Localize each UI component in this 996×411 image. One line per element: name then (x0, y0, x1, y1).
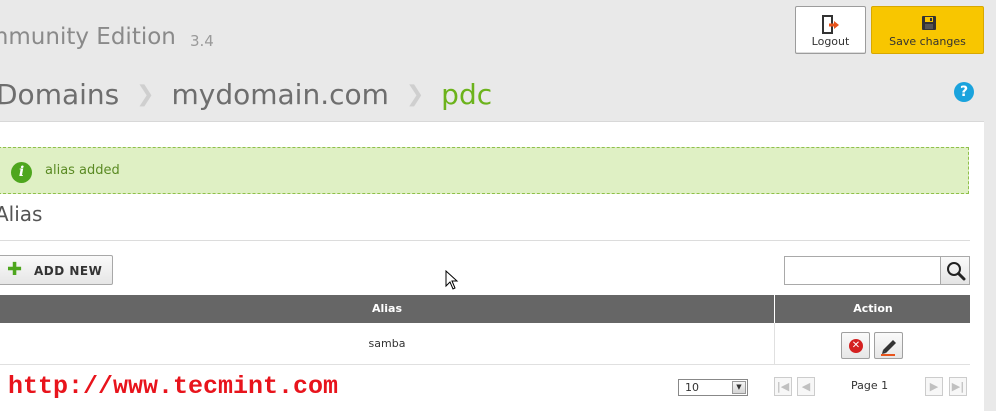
first-page-button[interactable]: |◀ (774, 377, 792, 396)
logout-icon (822, 15, 839, 34)
logout-button[interactable]: Logout (795, 6, 866, 54)
delete-icon: ✕ (849, 339, 863, 353)
help-icon[interactable]: ? (954, 82, 974, 102)
previous-page-button[interactable]: ◀ (797, 377, 815, 396)
divider (0, 240, 970, 241)
chevron-down-icon: ▼ (732, 381, 746, 394)
plus-icon: ✚ (7, 259, 23, 280)
next-page-button[interactable]: ▶ (925, 377, 943, 396)
add-new-button[interactable]: ✚ ADD NEW (0, 255, 113, 285)
save-changes-button[interactable]: Save changes (871, 6, 984, 54)
logout-label: Logout (811, 35, 850, 48)
last-page-button[interactable]: ▶| (949, 377, 967, 396)
info-icon: i (11, 162, 32, 183)
success-alert: i alias added (0, 147, 969, 194)
breadcrumb: Domains ❯ mydomain.com ❯ pdc (0, 76, 492, 112)
search-input[interactable] (784, 256, 941, 285)
top-bar: mmunity Edition 3.4 Logout Save changes (0, 0, 996, 76)
section-title: Alias (0, 202, 43, 226)
breadcrumb-separator: ❯ (136, 81, 155, 107)
mouse-cursor-icon (445, 270, 459, 290)
page-size-value: 10 (685, 381, 699, 394)
breadcrumb-item-domain[interactable]: mydomain.com (172, 78, 389, 111)
page-indicator: Page 1 (851, 379, 889, 392)
pencil-icon (881, 340, 896, 356)
alias-cell: samba (0, 323, 775, 365)
edit-button[interactable] (874, 332, 903, 359)
table-header: Alias Action (0, 295, 970, 323)
delete-button[interactable]: ✕ (841, 332, 870, 359)
alert-message: alias added (45, 163, 120, 178)
page-size-select[interactable]: 10 ▼ (678, 379, 748, 396)
column-header-action: Action (853, 302, 893, 315)
app-version: 3.4 (190, 32, 214, 50)
save-changes-label: Save changes (889, 35, 966, 48)
app-title: mmunity Edition (0, 24, 176, 50)
breadcrumb-current: pdc (441, 77, 493, 111)
search-icon (947, 262, 966, 281)
watermark: http://www.tecmint.com (8, 372, 339, 401)
table-row: samba ✕ (0, 323, 970, 365)
column-header-alias[interactable]: Alias (0, 295, 775, 323)
breadcrumb-item-domains[interactable]: Domains (0, 78, 119, 111)
breadcrumb-separator: ❯ (405, 81, 425, 107)
add-new-label: ADD NEW (34, 264, 103, 278)
search-button[interactable] (940, 256, 970, 285)
floppy-disk-icon (922, 16, 936, 30)
